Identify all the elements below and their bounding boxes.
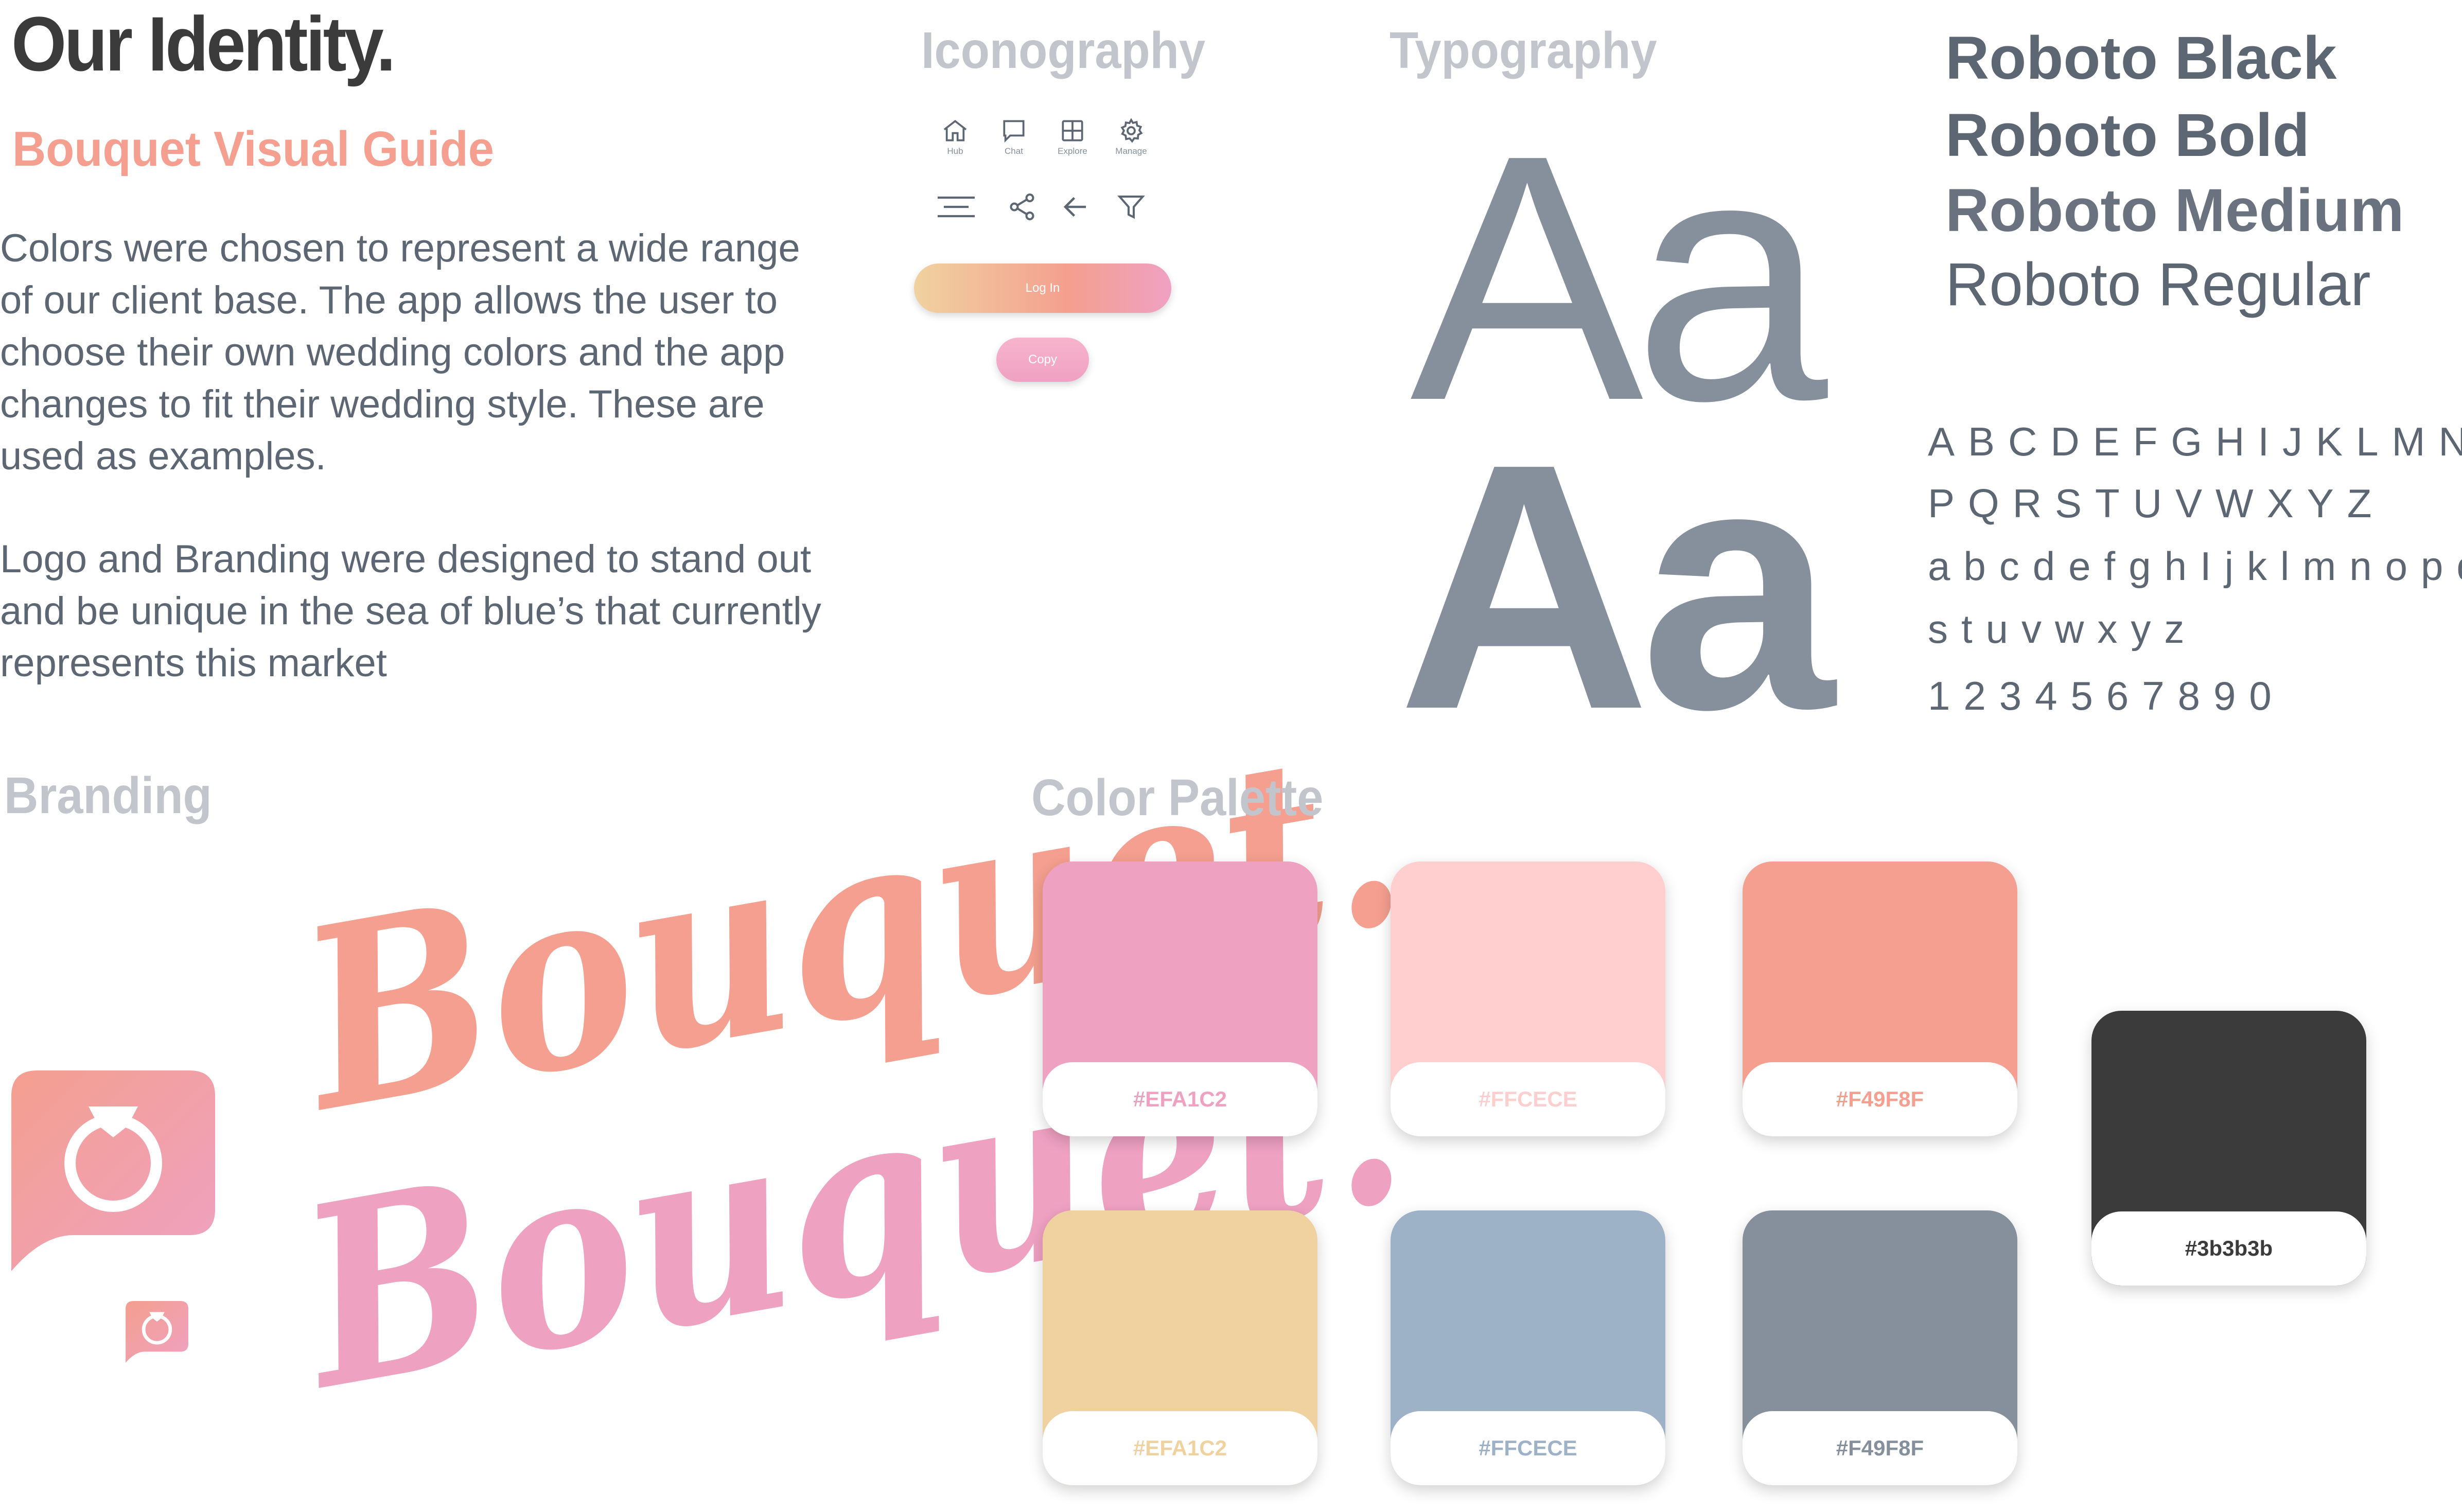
branding-heading: Branding — [4, 767, 212, 824]
app-logo-large — [11, 1070, 215, 1271]
alphabet-upper-2: PQRSTUVWXYZ — [1928, 481, 2385, 526]
iconography-heading: Iconography — [921, 22, 1206, 79]
nav-icon-label: Chat — [1005, 146, 1023, 156]
color-swatch: #EFA1C2 — [1043, 862, 1317, 1136]
color-swatch: #FFCECE — [1391, 1210, 1665, 1485]
font-name-medium: Roboto Medium — [1945, 177, 2404, 244]
intro-line: changes to fit their wedding style. Thes… — [0, 382, 765, 426]
typography-heading: Typography — [1390, 22, 1657, 79]
intro-line: represents this market — [0, 641, 387, 685]
type-sample-bold: Aa — [1398, 391, 1835, 782]
color-swatch: #F49F8F — [1743, 862, 2017, 1136]
color-swatch: #EFA1C2 — [1043, 1210, 1317, 1485]
nav-icon-chat[interactable]: Chat — [983, 116, 1045, 156]
swatch-label: #FFCECE — [1391, 1411, 1665, 1485]
alphabet-upper-1: ABCDEFGHIJKLMNO — [1928, 419, 2462, 464]
font-name-bold: Roboto Bold — [1945, 101, 2310, 169]
menu-icon[interactable] — [935, 191, 978, 222]
intro-line: used as examples. — [0, 434, 326, 478]
color-swatch: #F49F8F — [1743, 1210, 2017, 1485]
numerals: 1234567890 — [1928, 673, 2285, 718]
nav-icon-manage[interactable]: Manage — [1100, 116, 1162, 156]
nav-icon-label: Manage — [1115, 146, 1147, 156]
intro-paragraph-colors: Colors were chosen to represent a wide r… — [0, 222, 844, 482]
intro-line: Logo and Branding were designed to stand… — [0, 537, 812, 581]
swatch-label: #EFA1C2 — [1043, 1411, 1317, 1485]
swatch-label: #F49F8F — [1743, 1062, 2017, 1136]
swatch-label: #FFCECE — [1391, 1062, 1665, 1136]
login-button[interactable]: Log In — [914, 263, 1171, 313]
filter-icon[interactable] — [1116, 191, 1147, 222]
gear-icon — [1120, 118, 1143, 143]
color-swatch: #FFCECE — [1391, 862, 1665, 1136]
arrow-left-icon[interactable] — [1060, 191, 1091, 222]
home-icon — [943, 119, 967, 142]
page-subtitle: Bouquet Visual Guide — [12, 121, 494, 177]
copy-button[interactable]: Copy — [996, 338, 1089, 382]
page-title: Our Identity. — [11, 1, 396, 87]
nav-icon-label: Explore — [1058, 146, 1087, 156]
color-palette-heading: Color Palette — [1031, 769, 1324, 827]
chat-icon — [1003, 120, 1025, 143]
font-name-black: Roboto Black — [1945, 24, 2337, 92]
swatch-label: #EFA1C2 — [1043, 1062, 1317, 1136]
nav-icon-label: Hub — [947, 146, 963, 156]
intro-line: choose their own wedding colors and the … — [0, 330, 785, 374]
swatch-label: #3b3b3b — [2091, 1211, 2366, 1286]
swatch-label: #F49F8F — [1743, 1411, 2017, 1485]
alphabet-lower-2: stuvwxyz — [1928, 606, 2198, 652]
share-icon[interactable] — [1007, 191, 1037, 222]
font-name-regular: Roboto Regular — [1945, 251, 2371, 319]
intro-line: and be unique in the sea of blue’s that … — [0, 589, 821, 633]
nav-icon-hub[interactable]: Hub — [924, 116, 986, 156]
intro-line: of our client base. The app allows the u… — [0, 278, 778, 322]
app-logo-small — [126, 1301, 188, 1363]
color-swatch: #3b3b3b — [2091, 1011, 2366, 1286]
intro-line: Colors were chosen to represent a wide r… — [0, 226, 800, 270]
intro-paragraph-branding: Logo and Branding were designed to stand… — [0, 533, 844, 689]
alphabet-lower-1: abcdefghIjklmnopqr — [1928, 543, 2462, 589]
nav-icon-explore[interactable]: Explore — [1042, 116, 1103, 156]
grid-icon — [1062, 120, 1083, 142]
